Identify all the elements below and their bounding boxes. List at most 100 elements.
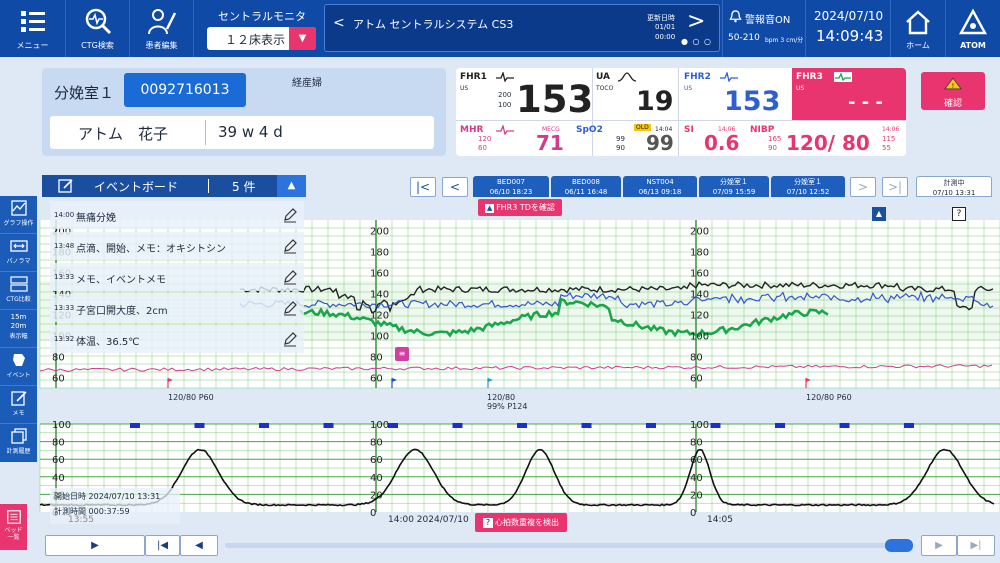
prev-system-icon[interactable]: < bbox=[333, 15, 345, 31]
timeline-thumb[interactable] bbox=[885, 539, 913, 552]
tab-bed008[interactable]: BED008 06/11 16:48 bbox=[551, 176, 621, 197]
bed-list-label: ベッド一覧 bbox=[4, 527, 23, 541]
step-back-button[interactable]: ◀ bbox=[180, 535, 218, 556]
jump-start-button[interactable]: |◀ bbox=[145, 535, 180, 556]
fhr3-alert-button[interactable]: ▲ FHR3 TDを確認 bbox=[478, 199, 562, 216]
event-item[interactable]: 14:00 無痛分娩 bbox=[50, 201, 304, 229]
home-label: ホーム bbox=[906, 40, 930, 50]
prev-page-button[interactable]: < bbox=[442, 177, 468, 197]
jump-end-button[interactable]: ▶| bbox=[957, 535, 995, 556]
uc-marker bbox=[646, 423, 656, 428]
fhr-tick-label: 80 bbox=[690, 353, 703, 364]
event-question-icon[interactable]: ? bbox=[952, 207, 966, 221]
graph-operation-button[interactable]: グラフ操作 bbox=[0, 196, 37, 234]
fhr-tick-label: 140 bbox=[370, 290, 389, 301]
tab-line1: BED007 bbox=[497, 178, 525, 186]
collapse-button[interactable]: ▲ bbox=[277, 175, 306, 197]
bed-display-select[interactable]: １２床表示 ▼ bbox=[207, 27, 316, 50]
tab-delivery-room-1a[interactable]: 分娩室１ 07/09 15:59 bbox=[699, 176, 769, 197]
event-button[interactable]: イベント bbox=[0, 348, 37, 386]
first-page-button[interactable]: |< bbox=[410, 177, 436, 197]
event-item[interactable]: 13:48 点滴、開始、メモ：オキシトシン bbox=[50, 232, 304, 260]
confirm-button[interactable]: ! 確認 bbox=[921, 72, 985, 110]
pencil-icon[interactable] bbox=[282, 300, 298, 316]
fhr-tick-label: 180 bbox=[370, 248, 389, 259]
event-item[interactable]: 13:33 メモ、イベントメモ bbox=[50, 263, 304, 291]
fhr2-trend-icon bbox=[720, 72, 738, 82]
event-icon bbox=[12, 354, 25, 366]
patient-edit-button[interactable]: 患者編集 bbox=[130, 0, 194, 57]
compare-icon bbox=[9, 276, 28, 292]
pencil-icon[interactable] bbox=[282, 238, 298, 254]
alarm-triangle-icon: ! bbox=[944, 77, 962, 90]
event-text: 無痛分娩 bbox=[76, 213, 116, 224]
fhr1-label: FHR1 bbox=[460, 72, 487, 82]
event-time: 13:33 bbox=[54, 273, 75, 281]
display-width-button[interactable]: 15m 20m 表示幅 bbox=[0, 310, 37, 348]
alarm-status[interactable]: 警報音ON 50-210 bpm 3 cm/分 bbox=[722, 0, 806, 57]
measurement-history-button[interactable]: 計測履歴 bbox=[0, 424, 37, 462]
spo2-low: 90 bbox=[616, 144, 625, 152]
nibp-mark-1: 120/80 P60 bbox=[168, 393, 214, 402]
uc-marker bbox=[130, 423, 140, 428]
home-icon bbox=[906, 9, 930, 34]
fhr-tick-label: 100 bbox=[690, 332, 709, 343]
pencil-icon[interactable] bbox=[282, 269, 298, 285]
event-item[interactable]: 13:33 子宮口開大度、2cm bbox=[50, 294, 304, 322]
left-toolbar-label: 表示幅 bbox=[9, 333, 28, 340]
event-item[interactable]: 13:32 体温、36.5℃ bbox=[50, 325, 304, 353]
fhr3-tile[interactable]: FHR3 US - - - bbox=[792, 68, 906, 120]
step-forward-button[interactable]: ▶ bbox=[921, 535, 957, 556]
next-system-icon[interactable]: > bbox=[687, 9, 705, 34]
pencil-icon[interactable] bbox=[282, 207, 298, 223]
uc-marker bbox=[388, 423, 398, 428]
timeline-slider[interactable] bbox=[225, 539, 913, 552]
home-button[interactable]: ホーム bbox=[890, 0, 946, 57]
event-warning-icon[interactable]: ▲ bbox=[872, 207, 886, 221]
fhr1-trend-icon bbox=[496, 72, 514, 82]
event-text: 子宮口開大度、2cm bbox=[76, 306, 168, 317]
bed-list-button[interactable]: ベッド一覧 bbox=[0, 504, 27, 550]
menu-button[interactable]: メニュー bbox=[0, 0, 66, 57]
tab-nst004[interactable]: NST004 06/13 09:18 bbox=[623, 176, 697, 197]
uc-marker bbox=[259, 423, 269, 428]
uc-tick-label: 100 bbox=[52, 420, 71, 431]
current-time: 14:09:43 bbox=[816, 27, 884, 45]
uc-tick-label: 40 bbox=[370, 473, 383, 484]
pencil-icon[interactable] bbox=[282, 331, 298, 347]
patient-id-button[interactable]: 0092716013 bbox=[124, 73, 246, 107]
panorama-button[interactable]: パノラマ bbox=[0, 234, 37, 272]
uc-marker bbox=[775, 423, 785, 428]
hr-overlap-alert-button[interactable]: ? 心拍数重複を検出 bbox=[475, 513, 567, 532]
width-bottom: 20m bbox=[10, 322, 27, 330]
fhr1-value: 153 bbox=[516, 78, 594, 121]
tab-delivery-room-1b[interactable]: 分娩室１ 07/10 12:52 bbox=[771, 176, 845, 197]
event-board-header[interactable]: イベントボード 5 件 ▲ bbox=[42, 175, 306, 197]
patient-panel: 分娩室１ 0092716013 経産婦 アトム 花子 39 w 4 d bbox=[42, 68, 446, 156]
memo-button[interactable]: メモ bbox=[0, 386, 37, 424]
ctg-search-button[interactable]: CTG検索 bbox=[66, 0, 130, 57]
play-button[interactable]: ▶ bbox=[45, 535, 145, 556]
graph-icon bbox=[10, 200, 27, 216]
menu-label: メニュー bbox=[16, 40, 49, 50]
fhr2-value: 153 bbox=[724, 86, 781, 117]
ctg-compare-button[interactable]: CTG比較 bbox=[0, 272, 37, 310]
question-icon: ? bbox=[483, 518, 493, 528]
tab-bed007[interactable]: BED007 06/10 18:23 bbox=[473, 176, 549, 197]
memo-marker-icon[interactable]: ≡ bbox=[395, 347, 409, 361]
last-page-button[interactable]: >| bbox=[882, 177, 908, 197]
fhr-tick-label: 60 bbox=[370, 374, 383, 385]
nibp-mark-3: 120/80 P60 bbox=[806, 393, 852, 402]
system-title-box: < アトム セントラルシステム CS3 更新日時 01/01 00:00 > ●… bbox=[324, 4, 720, 52]
fhr-tick-label: 100 bbox=[370, 332, 389, 343]
nibp-value: 120/ 80 bbox=[786, 131, 870, 155]
tab-measuring[interactable]: 計測中 07/10 13:31 bbox=[916, 176, 992, 197]
current-date: 2024/07/10 bbox=[814, 9, 884, 23]
panorama-icon bbox=[9, 240, 28, 252]
event-time: 13:32 bbox=[54, 335, 75, 343]
next-page-button[interactable]: > bbox=[850, 177, 876, 197]
spo2-label: SpO2 bbox=[576, 125, 603, 135]
spo2-old-badge: OLD bbox=[634, 124, 651, 131]
fhr-tick-label: 120 bbox=[370, 311, 389, 322]
bell-icon bbox=[729, 10, 742, 23]
